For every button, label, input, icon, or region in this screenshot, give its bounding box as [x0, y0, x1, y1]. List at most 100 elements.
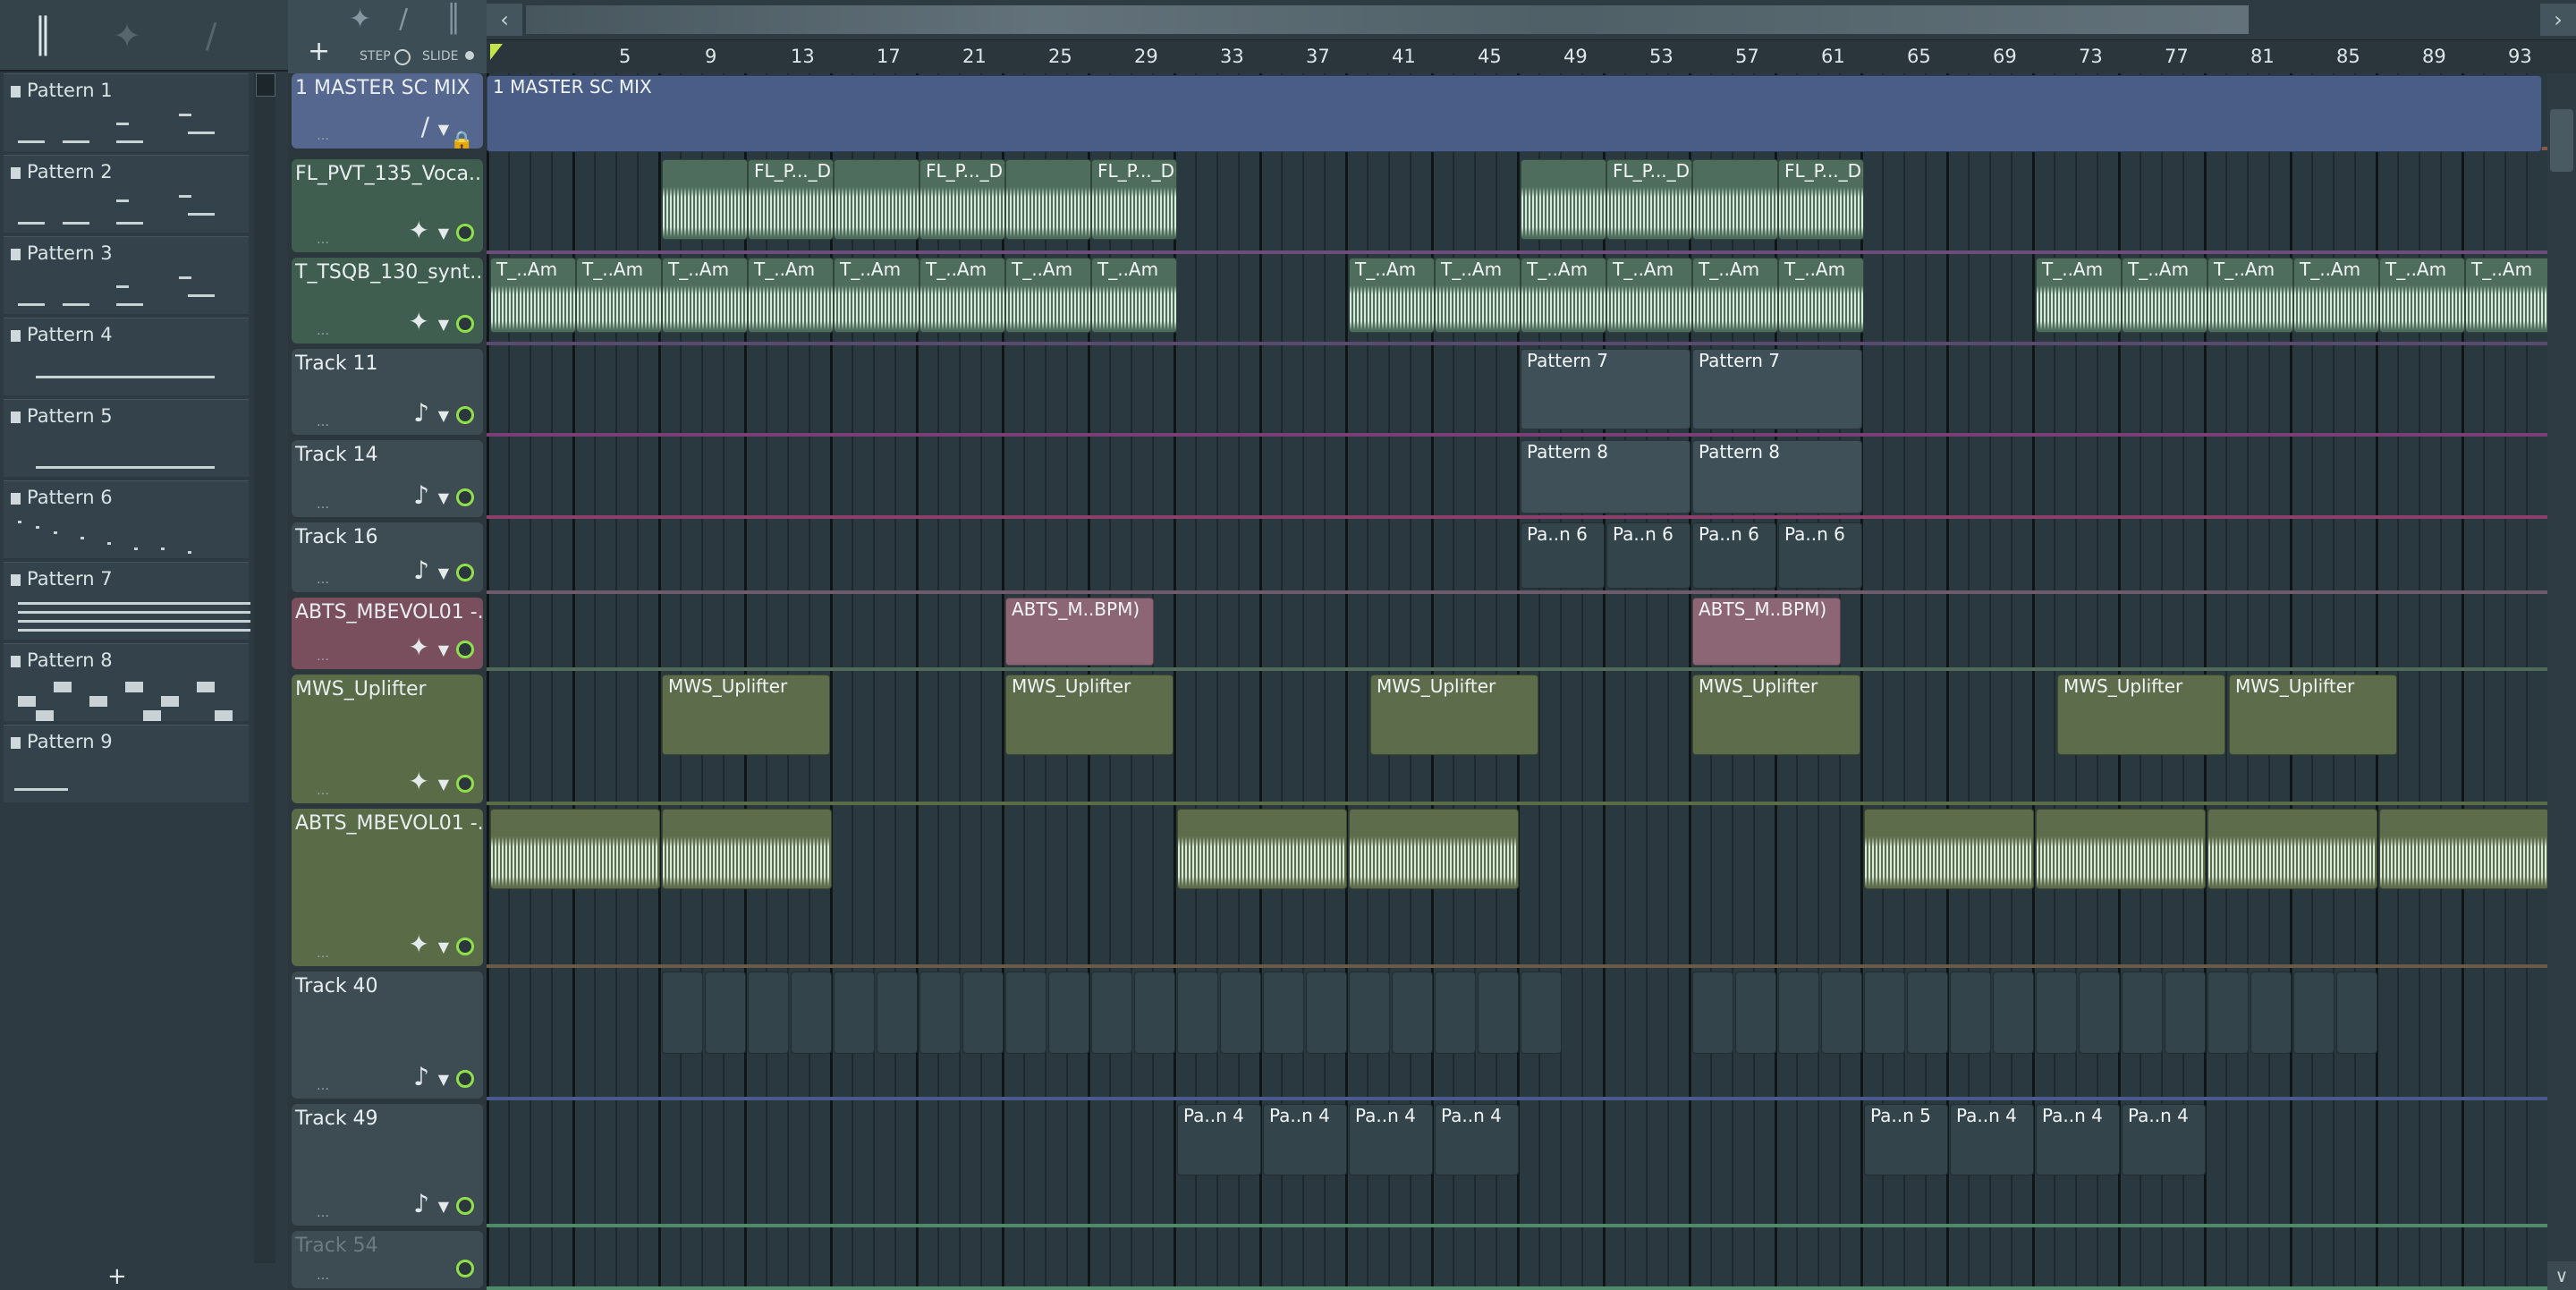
step-toggle[interactable]: [394, 49, 411, 65]
playlist-clip[interactable]: [1349, 972, 1390, 1054]
playlist-overview[interactable]: ‹ ›: [487, 0, 2576, 39]
track-header[interactable]: Track 54…: [292, 1231, 483, 1288]
playlist-clip[interactable]: [2207, 809, 2377, 889]
playlist-clip[interactable]: [2207, 972, 2249, 1054]
playlist-clip[interactable]: T_..Am: [919, 258, 1005, 333]
playlist-clip[interactable]: [662, 159, 748, 240]
track-name[interactable]: FL_PVT_135_Voca..: [295, 163, 481, 185]
playlist-clip[interactable]: [2079, 972, 2120, 1054]
playlist-clip[interactable]: T_..Am: [834, 258, 919, 333]
playlist-clip[interactable]: Pa..n 6: [1692, 522, 1776, 589]
playlist-clip[interactable]: T_..Am: [2293, 258, 2379, 333]
playlist-clip[interactable]: T_..Am: [1606, 258, 1692, 333]
playlist-clip[interactable]: [1220, 972, 1261, 1054]
track-header[interactable]: T_TSQB_130_synt.. … ✦ ▼: [292, 258, 483, 344]
track-menu-arrow[interactable]: ▼: [438, 776, 449, 793]
playlist-clip[interactable]: [1005, 159, 1091, 240]
scroll-thumb[interactable]: [2550, 109, 2573, 172]
scroll-right-button[interactable]: ›: [2540, 4, 2576, 36]
playlist-clip[interactable]: Pa..n 6: [1778, 522, 1862, 589]
track-menu-arrow[interactable]: ▼: [438, 316, 449, 333]
playlist-clip[interactable]: [1778, 972, 1819, 1054]
track-mute-led[interactable]: [456, 1197, 474, 1215]
add-pattern-button[interactable]: +: [107, 1263, 127, 1290]
playlist-clip[interactable]: FL_P..._Dry: [1606, 159, 1692, 240]
track-name[interactable]: Track 54: [295, 1235, 378, 1257]
playlist-clip[interactable]: Pa..n 4: [2036, 1104, 2120, 1175]
playlist-clip[interactable]: [1521, 159, 1606, 240]
vertical-scrollbar[interactable]: ∨: [2547, 73, 2576, 1290]
scroll-down-button[interactable]: ∨: [2547, 1261, 2576, 1290]
playlist-clip[interactable]: MWS_Uplifter: [2057, 675, 2225, 755]
playlist-clip[interactable]: [1091, 972, 1132, 1054]
slide-toggle[interactable]: [465, 51, 474, 60]
scroll-thumb[interactable]: [256, 73, 275, 97]
playlist-clip[interactable]: [1048, 972, 1089, 1054]
track-header[interactable]: Track 11 … ♪ ▼: [292, 349, 483, 435]
track-mute-led[interactable]: [456, 406, 474, 424]
track-header[interactable]: Track 49 … ♪ ▼: [292, 1104, 483, 1226]
track-header[interactable]: MWS_Uplifter … ✦ ▼: [292, 675, 483, 803]
track-name[interactable]: Track 49: [295, 1108, 378, 1130]
playlist-clip[interactable]: T_..Am: [2379, 258, 2465, 333]
playlist-clip[interactable]: [1392, 972, 1433, 1054]
playlist-clip[interactable]: T_..Am: [576, 258, 662, 333]
playlist-clip[interactable]: [1864, 809, 2034, 889]
playlist-clip[interactable]: Pattern 8: [1692, 440, 1862, 513]
playlist-clip[interactable]: ABTS_M..BPM): [1692, 598, 1841, 666]
playlist-clip[interactable]: MWS_Uplifter: [662, 675, 830, 755]
playlist-clip[interactable]: T_..Am: [2465, 258, 2551, 333]
add-track-button[interactable]: +: [308, 36, 330, 67]
track-header[interactable]: FL_PVT_135_Voca.. … ✦ ▼: [292, 159, 483, 252]
playlist-clip[interactable]: T_..Am: [1349, 258, 1435, 333]
playlist-clip[interactable]: T_..Am: [490, 258, 576, 333]
track-mute-led[interactable]: [456, 1260, 474, 1277]
playlist-clip[interactable]: [962, 972, 1004, 1054]
playlist-clip[interactable]: [1134, 972, 1175, 1054]
track-name[interactable]: Track 40: [295, 975, 378, 997]
playlist-clip[interactable]: [2122, 972, 2163, 1054]
audio-clip-icon[interactable]: ✦: [107, 16, 147, 55]
playlist-clip[interactable]: MWS_Uplifter: [1005, 675, 1174, 755]
playlist-clip[interactable]: [2036, 972, 2077, 1054]
playlist-clip[interactable]: [1177, 809, 1347, 889]
pattern-item[interactable]: Pattern 5: [4, 399, 249, 477]
pattern-item[interactable]: Pattern 6: [4, 480, 249, 558]
playlist-clip[interactable]: T_..Am: [748, 258, 834, 333]
playlist-clip[interactable]: [1478, 972, 1519, 1054]
playlist-clip[interactable]: [1692, 972, 1733, 1054]
playlist-clip[interactable]: Pa..n 4: [1177, 1104, 1261, 1175]
track-menu-arrow[interactable]: ▼: [438, 489, 449, 506]
playlist-clip[interactable]: Pa..n 4: [1950, 1104, 2034, 1175]
playlist-clip[interactable]: MWS_Uplifter: [2229, 675, 2397, 755]
track-name[interactable]: T_TSQB_130_synt..: [295, 261, 482, 284]
track-menu-arrow[interactable]: ▼: [438, 1198, 449, 1215]
playlist-clip[interactable]: [2379, 809, 2549, 889]
track-header[interactable]: ABTS_MBEVOL01 -.. … ✦ ▼: [292, 598, 483, 669]
playlist-clip[interactable]: Pa..n 4: [1349, 1104, 1433, 1175]
playlist-clip[interactable]: Pattern 8: [1521, 440, 1690, 513]
automation-icon[interactable]: ∕: [399, 4, 408, 35]
playlist-clip[interactable]: [705, 972, 746, 1054]
playlist-clip[interactable]: T_..Am: [2036, 258, 2122, 333]
playlist-clip[interactable]: [2165, 972, 2206, 1054]
track-mute-led[interactable]: [456, 488, 474, 506]
track-header[interactable]: 1 MASTER SC MIX … ∕ ▼ 🔒: [292, 73, 483, 149]
track-header[interactable]: ABTS_MBEVOL01 -.. … ✦ ▼: [292, 809, 483, 966]
playlist-clip[interactable]: [2250, 972, 2292, 1054]
track-name[interactable]: ABTS_MBEVOL01 -..: [295, 601, 483, 624]
track-name[interactable]: ABTS_MBEVOL01 -..: [295, 812, 483, 835]
playlist-clip[interactable]: T_..Am: [2207, 258, 2293, 333]
playlist-clip[interactable]: [919, 972, 961, 1054]
track-mute-led[interactable]: [456, 1070, 474, 1088]
playlist-clip[interactable]: T_..Am: [662, 258, 748, 333]
playlist-clip[interactable]: [2293, 972, 2334, 1054]
arrangement-grid[interactable]: 1 MASTER SC MIX FL_P..._Dry FL_P..._Dry FL_…: [487, 73, 2551, 1290]
playlist-clip[interactable]: [748, 972, 789, 1054]
piano-roll-icon[interactable]: ║: [445, 4, 462, 35]
playlist-clip[interactable]: [1521, 972, 1562, 1054]
picker-scrollbar[interactable]: [254, 73, 275, 1263]
playlist-clip[interactable]: FL_P..._Dry: [748, 159, 834, 240]
track-mute-led[interactable]: [456, 641, 474, 658]
track-menu-arrow[interactable]: ▼: [438, 564, 449, 581]
